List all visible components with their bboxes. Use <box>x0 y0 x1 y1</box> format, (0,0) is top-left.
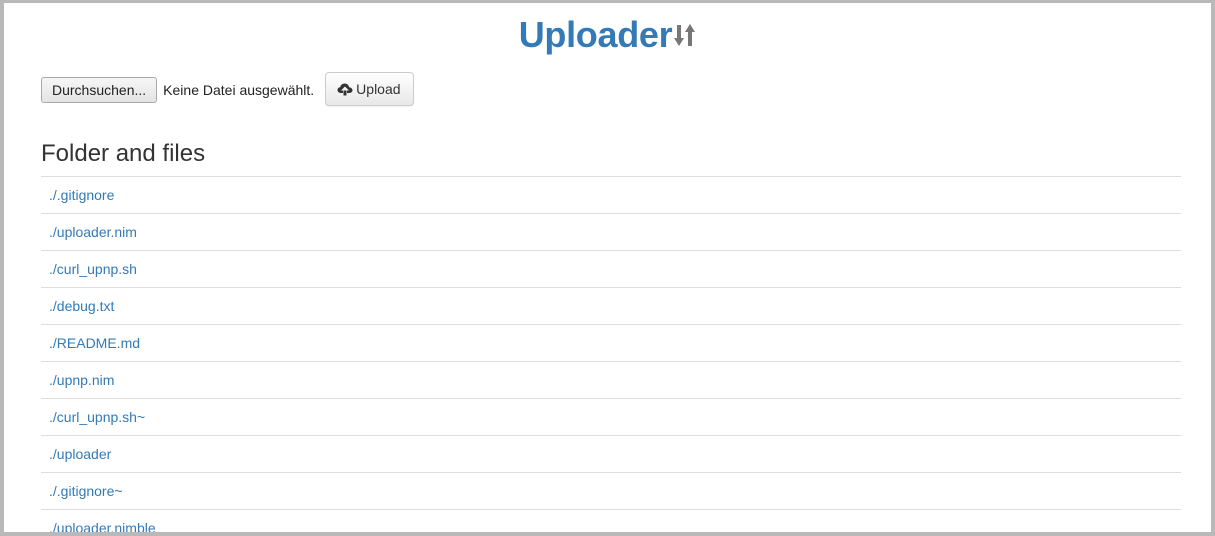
list-item: ./README.md <box>41 324 1181 361</box>
file-link[interactable]: ./curl_upnp.sh <box>49 261 137 277</box>
upload-button[interactable]: Upload <box>325 72 414 106</box>
upload-form: Durchsuchen... Keine Datei ausgewählt. U… <box>41 72 414 106</box>
files-heading: Folder and files <box>41 140 206 167</box>
list-item: ./uploader.nimble <box>41 509 1181 532</box>
file-link[interactable]: ./debug.txt <box>49 298 114 314</box>
list-item: ./.gitignore~ <box>41 472 1181 509</box>
upload-button-label: Upload <box>356 81 401 97</box>
file-link[interactable]: ./uploader.nimble <box>49 520 156 532</box>
file-list: ./.gitignore ./uploader.nim ./curl_upnp.… <box>41 176 1181 532</box>
file-link[interactable]: ./curl_upnp.sh~ <box>49 409 145 425</box>
sort-arrows-icon <box>674 15 696 55</box>
file-link[interactable]: ./README.md <box>49 335 140 351</box>
file-link[interactable]: ./uploader.nim <box>49 224 137 240</box>
list-item: ./upnp.nim <box>41 361 1181 398</box>
file-link[interactable]: ./.gitignore~ <box>49 483 123 499</box>
list-item: ./uploader <box>41 435 1181 472</box>
no-file-label: Keine Datei ausgewählt. <box>163 82 315 98</box>
list-item: ./.gitignore <box>41 176 1181 213</box>
page-title: Uploader <box>4 15 1211 55</box>
browse-button[interactable]: Durchsuchen... <box>41 77 158 103</box>
list-item: ./curl_upnp.sh <box>41 250 1181 287</box>
list-item: ./debug.txt <box>41 287 1181 324</box>
list-item: ./curl_upnp.sh~ <box>41 398 1181 435</box>
cloud-upload-icon <box>337 81 353 97</box>
title-text: Uploader <box>518 14 673 55</box>
file-link[interactable]: ./uploader <box>49 446 111 462</box>
file-link[interactable]: ./upnp.nim <box>49 372 114 388</box>
page-frame: Uploader Durchsuchen... Keine Datei ausg… <box>0 0 1215 536</box>
list-item: ./uploader.nim <box>41 213 1181 250</box>
file-link[interactable]: ./.gitignore <box>49 187 114 203</box>
